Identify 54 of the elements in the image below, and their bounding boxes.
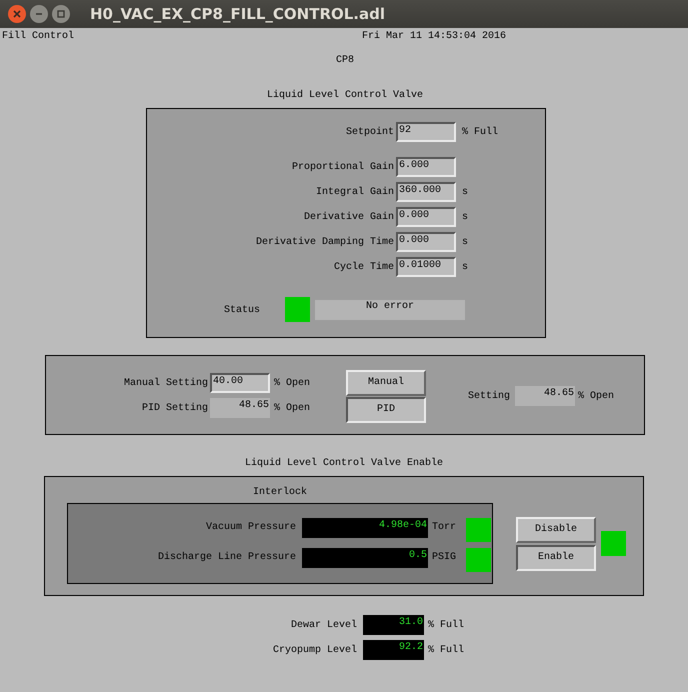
value-display: 92.2: [363, 640, 424, 660]
input-field[interactable]: 0.000: [396, 207, 456, 227]
unit: % Open: [274, 402, 312, 416]
close-icon[interactable]: [8, 5, 26, 23]
heading: CP8: [336, 54, 354, 68]
readout-field: 48.65: [515, 386, 576, 406]
group-title: Interlock: [252, 486, 307, 499]
unit: % Open: [274, 376, 312, 390]
value-display: 4.98e-04: [302, 518, 428, 538]
label: Manual Setting: [122, 376, 209, 390]
section-title: Liquid Level Control Valve: [266, 88, 424, 102]
unit: Torr: [432, 521, 458, 535]
label: Discharge Line Pressure: [156, 550, 297, 565]
minimize-icon[interactable]: [30, 5, 48, 23]
window-title: H0_VAC_EX_CP8_FILL_CONTROL.adl: [90, 4, 385, 25]
label: Setpoint: [344, 126, 395, 140]
mode-button[interactable]: Manual: [346, 370, 426, 396]
status-message: No error: [315, 300, 465, 320]
unit: % Open: [578, 390, 614, 404]
label: Derivative Gain: [302, 210, 395, 224]
label: Integral Gain: [314, 186, 395, 200]
readout-field: 48.65: [210, 398, 270, 418]
screen-name: Fill Control: [2, 30, 74, 44]
input-field[interactable]: 360.000: [396, 182, 456, 202]
input-field[interactable]: 92: [396, 122, 456, 142]
value-display: 31.0: [363, 615, 424, 635]
unit: s: [462, 260, 468, 274]
label: Setting: [468, 390, 510, 404]
label: Proportional Gain: [290, 160, 395, 174]
section-title: Liquid Level Control Valve Enable: [244, 456, 444, 470]
unit: % Full: [428, 644, 464, 658]
label: Cryopump Level: [272, 644, 357, 658]
maximize-icon[interactable]: [52, 5, 70, 23]
label: Dewar Level: [290, 618, 357, 632]
unit: s: [462, 186, 468, 200]
input-field[interactable]: 40.00: [210, 373, 270, 393]
unit: % Full: [462, 126, 498, 140]
input-field[interactable]: 0.000: [396, 232, 456, 252]
mode-button[interactable]: PID: [346, 397, 426, 423]
unit: s: [462, 236, 468, 250]
unit: PSIG: [432, 551, 458, 565]
label: Cycle Time: [332, 260, 395, 274]
label: PID Setting: [140, 402, 209, 416]
label: Derivative Damping Time: [254, 236, 395, 250]
mode-button[interactable]: Enable: [516, 545, 596, 571]
label: Vacuum Pressure: [204, 521, 297, 535]
mode-button[interactable]: Disable: [516, 517, 596, 543]
date-time: Fri Mar 11 14:53:04 2016: [362, 30, 506, 44]
input-field[interactable]: 0.01000: [396, 257, 456, 277]
unit: % Full: [428, 618, 464, 632]
unit: s: [462, 210, 468, 224]
label: Status: [224, 304, 262, 318]
input-field[interactable]: 6.000: [396, 157, 456, 177]
value-display: 0.5: [302, 548, 428, 568]
